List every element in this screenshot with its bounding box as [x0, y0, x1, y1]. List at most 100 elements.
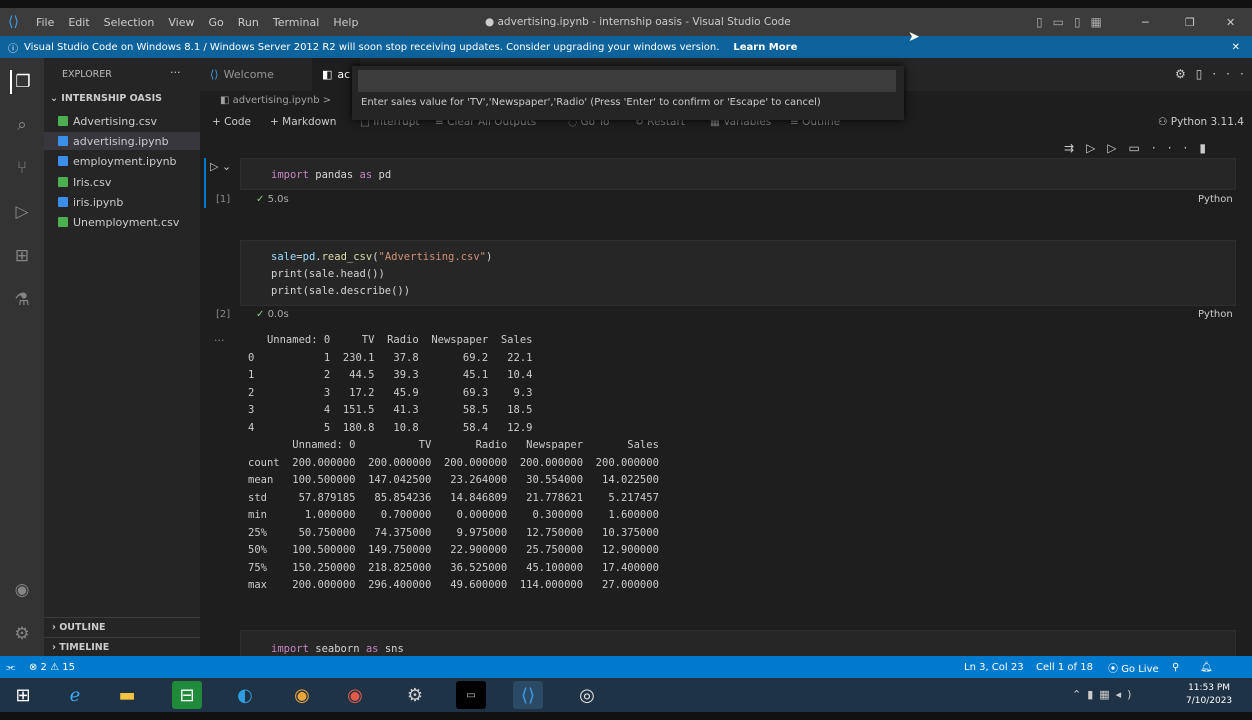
- describe-output-table: Unnamed: 0 TV Radio Newspaper Sales coun…: [248, 439, 659, 591]
- minimize-button[interactable]: ─: [1142, 16, 1149, 29]
- notifications-icon[interactable]: 🔔︎: [1200, 662, 1213, 673]
- execute-below-icon[interactable]: ▷: [1107, 141, 1128, 155]
- explorer-header: EXPLORER: [62, 69, 112, 80]
- account-icon[interactable]: ◉: [10, 578, 34, 602]
- explorer-icon[interactable]: ❐: [10, 70, 34, 94]
- system-clock[interactable]: 11:53 PM 7/10/2023: [1186, 682, 1232, 708]
- cell-indicator[interactable]: Cell 1 of 18: [1036, 662, 1093, 673]
- code-cell-3[interactable]: import seaborn as sns: [240, 630, 1236, 656]
- head-output-table: Unnamed: 0 TV Radio Newspaper Sales 0 1 …: [248, 334, 533, 434]
- windows-taskbar: ⊞ ℯ ▬ ⊟ ◐ ◉ ◉ ⚙ ▭ ⟨⟩ ◎ ⌃▮▦◂) 11:53 PM 7/…: [0, 678, 1252, 712]
- close-button[interactable]: ✕: [1226, 16, 1235, 29]
- menu-file[interactable]: File: [29, 16, 61, 29]
- info-icon: ⓘ: [8, 43, 18, 55]
- delete-cell-icon[interactable]: ▮: [1199, 141, 1218, 155]
- file-item[interactable]: iris.ipynb: [58, 193, 123, 211]
- cell-focus-indicator: [204, 158, 206, 208]
- feedback-icon[interactable]: ⚲: [1172, 662, 1179, 673]
- file-explorer-icon[interactable]: ▬: [112, 681, 142, 709]
- chrome-profile-icon[interactable]: ◉: [340, 681, 370, 709]
- quick-input-field[interactable]: [358, 70, 896, 92]
- edge-browser-icon[interactable]: ◐: [230, 681, 260, 709]
- code-cell-1[interactable]: import pandas as pd: [240, 158, 1236, 190]
- code-line: import pandas as pd: [271, 169, 392, 181]
- banner-text: Visual Studio Code on Windows 8.1 / Wind…: [24, 41, 720, 53]
- code-block: sale=pd.read_csv("Advertising.csv") prin…: [271, 251, 493, 297]
- menu-terminal[interactable]: Terminal: [266, 16, 327, 29]
- input-prompt-message: Enter sales value for 'TV','Newspaper','…: [361, 97, 821, 108]
- output-more-icon[interactable]: ···: [214, 334, 225, 347]
- vscode-logo-icon: ⟨⟩: [8, 14, 19, 30]
- menu-help[interactable]: Help: [326, 16, 365, 29]
- execute-above-icon[interactable]: ▷: [1086, 141, 1107, 155]
- window-title: ● advertising.ipynb - internship oasis -…: [485, 16, 791, 28]
- remote-indicator[interactable]: ⫘: [0, 662, 21, 673]
- go-live-button[interactable]: ⦿ Go Live: [1108, 660, 1159, 675]
- run-cell-button[interactable]: ▷ ⌄: [210, 160, 231, 173]
- notebook-file-icon: [58, 197, 68, 207]
- activity-bar: ❐ ⌕ ⑂ ▷ ⊞ ⚗ ◉ ⚙: [0, 58, 44, 656]
- menu-selection[interactable]: Selection: [97, 16, 162, 29]
- testing-icon[interactable]: ⚗: [10, 288, 34, 312]
- more-actions-icon[interactable]: ···: [170, 66, 181, 79]
- internet-explorer-icon[interactable]: ℯ: [60, 681, 90, 709]
- windows-start-icon[interactable]: ⊞: [8, 681, 38, 709]
- cell-language[interactable]: Python: [1198, 309, 1233, 320]
- timeline-section[interactable]: › TIMELINE: [44, 637, 200, 657]
- source-control-icon[interactable]: ⑂: [10, 156, 34, 180]
- outline-section[interactable]: › OUTLINE: [44, 617, 200, 637]
- learn-more-link[interactable]: Learn More: [733, 42, 797, 53]
- chrome-browser-icon[interactable]: ◉: [287, 681, 317, 709]
- exec-count: [2]: [216, 309, 231, 320]
- add-code-button[interactable]: + Code: [212, 116, 251, 128]
- breadcrumb[interactable]: ◧ advertising.ipynb >: [220, 95, 331, 106]
- problems-indicator[interactable]: ⊗ 2 ⚠ 15: [29, 662, 75, 673]
- exec-count: [1]: [216, 194, 231, 205]
- notebook-file-icon: [58, 136, 68, 146]
- file-item[interactable]: Iris.csv: [58, 173, 111, 191]
- file-item[interactable]: Unemployment.csv: [58, 213, 179, 231]
- input-box-popup: Enter sales value for 'TV','Newspaper','…: [352, 66, 904, 120]
- maximize-button[interactable]: ❐: [1185, 16, 1195, 29]
- menu-view[interactable]: View: [161, 16, 201, 29]
- python-kernel-icon: ⚇: [1158, 116, 1168, 128]
- vscode-tab-icon: ⟨⟩: [210, 68, 219, 81]
- terminal-app-icon[interactable]: ▭: [456, 681, 486, 709]
- run-debug-icon[interactable]: ▷: [10, 200, 34, 224]
- csv-file-icon: [58, 116, 68, 126]
- split-cell-icon[interactable]: ▭: [1129, 141, 1152, 155]
- title-bar: ⟨⟩ File Edit Selection View Go Run Termi…: [0, 8, 1252, 36]
- cursor-position[interactable]: Ln 3, Col 23: [964, 662, 1024, 673]
- breadcrumb-notebook-icon: ◧: [220, 95, 230, 106]
- notebook-tab-icon: ◧: [322, 68, 333, 81]
- add-markdown-button[interactable]: + Markdown: [270, 116, 336, 128]
- vscode-taskbar-icon[interactable]: ⟨⟩: [513, 681, 543, 709]
- notebook-file-icon: [58, 156, 68, 166]
- cell-language[interactable]: Python: [1198, 194, 1233, 205]
- system-tray-icons[interactable]: ⌃▮▦◂): [1072, 688, 1137, 701]
- bottom-letterbox: [0, 712, 1252, 720]
- file-item-active[interactable]: advertising.ipynb: [44, 132, 200, 150]
- menu-go[interactable]: Go: [201, 16, 230, 29]
- kernel-picker[interactable]: ⚇ Python 3.11.4: [1158, 116, 1244, 128]
- menu-edit[interactable]: Edit: [61, 16, 96, 29]
- screen-recorder-icon[interactable]: ◎: [572, 681, 602, 709]
- menu-run[interactable]: Run: [231, 16, 266, 29]
- cell-toolbar: ⇉▷▷▭···▮: [1064, 141, 1224, 159]
- tab-welcome[interactable]: ⟨⟩ Welcome: [200, 58, 312, 91]
- spreadsheet-app-icon[interactable]: ⊟: [172, 681, 202, 709]
- folder-header[interactable]: ⌄ INTERNSHIP OASIS: [50, 93, 162, 104]
- layout-toggle-icons[interactable]: ▯▭▯▦: [1036, 15, 1112, 29]
- file-item[interactable]: Advertising.csv: [58, 112, 157, 130]
- search-icon[interactable]: ⌕: [10, 113, 34, 137]
- more-icon[interactable]: ···: [1152, 141, 1199, 155]
- banner-close-icon[interactable]: ✕: [1232, 42, 1240, 53]
- code-cell-2[interactable]: sale=pd.read_csv("Advertising.csv") prin…: [240, 240, 1236, 306]
- editor-actions-icons[interactable]: ⚙▯···: [1175, 67, 1252, 81]
- csv-file-icon: [58, 177, 68, 187]
- extensions-icon[interactable]: ⊞: [10, 244, 34, 268]
- run-by-line-icon[interactable]: ⇉: [1064, 141, 1086, 155]
- settings-app-icon[interactable]: ⚙: [400, 681, 430, 709]
- file-item[interactable]: employment.ipynb: [58, 152, 177, 170]
- settings-gear-icon[interactable]: ⚙: [10, 622, 34, 646]
